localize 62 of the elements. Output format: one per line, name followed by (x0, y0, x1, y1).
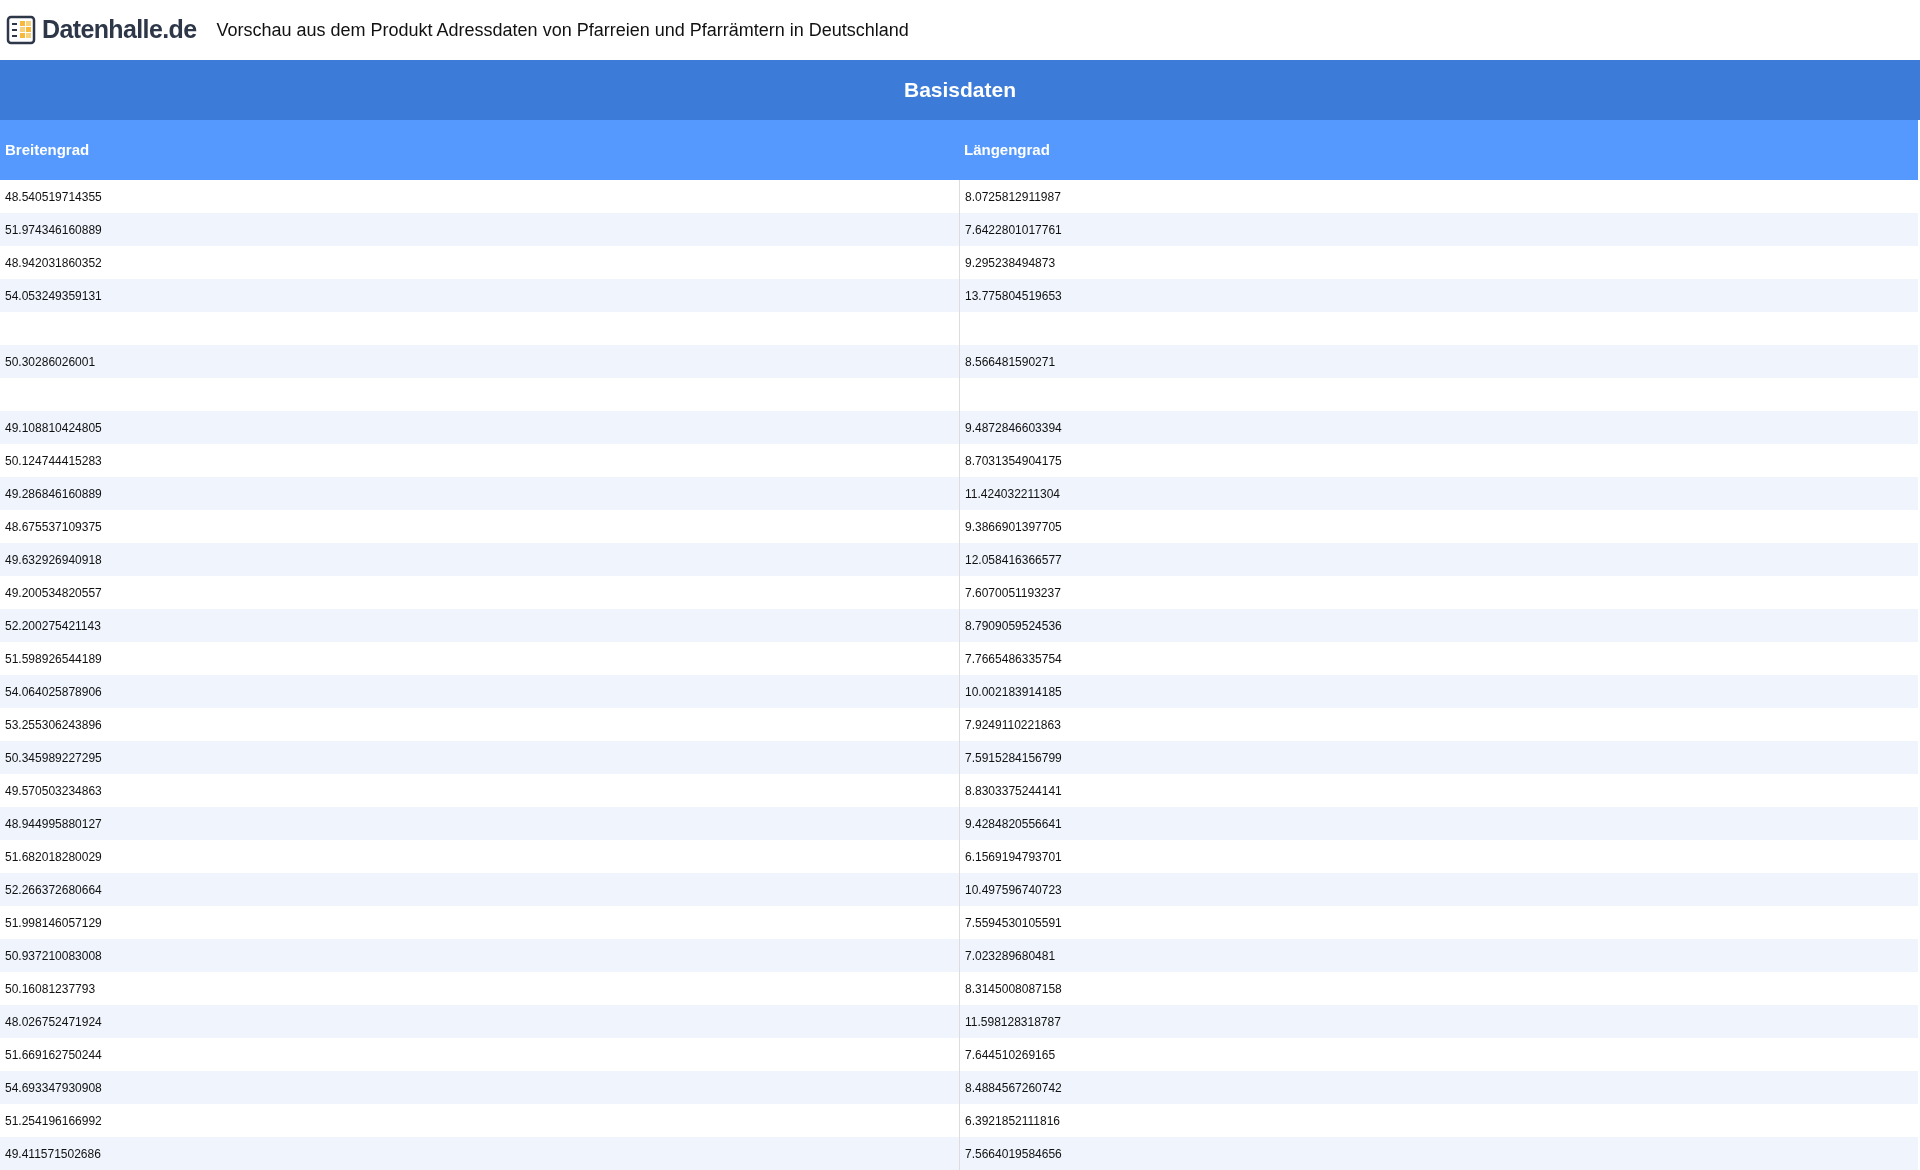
table-cell-text: 48.675537109375 (5, 518, 102, 536)
table-cell-text: 8.566481590271 (965, 353, 1056, 371)
table-cell-text: 52.200275421143 (5, 617, 101, 635)
table-cell-text: 50.30286026001 (5, 353, 96, 371)
table-cell-text: 50.124744415283 (5, 452, 102, 470)
table-cell-text: 8.0725812911987 (965, 188, 1061, 206)
table-cell-text: 9.295238494873 (965, 254, 1056, 272)
table-cell-text: 7.6422801017761 (965, 221, 1062, 239)
table-cell-text: 50.345989227295 (5, 749, 102, 767)
table-cell-text: 48.944995880127 (5, 815, 102, 833)
table-cell-text: 6.1569194793701 (965, 848, 1062, 866)
table-cell-text: 12.058416366577 (965, 551, 1062, 569)
table-cell-text: 9.4284820556641 (965, 815, 1062, 833)
column-header: Breitengrad (5, 139, 90, 160)
table-cell-text: 54.064025878906 (5, 683, 102, 701)
table-cell-text: 51.974346160889 (5, 221, 102, 239)
table-cell-text: 48.942031860352 (5, 254, 102, 272)
table-cell-text: 7.644510269165 (965, 1046, 1056, 1064)
table-cell-text: 49.632926940918 (5, 551, 102, 569)
table-cell-text: 52.266372680664 (5, 881, 102, 899)
table-cell-text: 50.16081237793 (5, 980, 96, 998)
table-cell-text: 10.002183914185 (965, 683, 1062, 701)
logo-text[interactable]: Datenhalle.de (42, 11, 197, 49)
table-cell-text: 49.286846160889 (5, 485, 102, 503)
table-cell-text: 49.200534820557 (5, 584, 102, 602)
table-cell-text: 50.937210083008 (5, 947, 102, 965)
table-cell-text: 49.570503234863 (5, 782, 102, 800)
table-cell-text: 54.693347930908 (5, 1079, 102, 1097)
table-cell-text: 51.669162750244 (5, 1046, 102, 1064)
table-cell-text: 11.424032211304 (965, 485, 1060, 503)
table-cell-text: 10.497596740723 (965, 881, 1062, 899)
page-title: Vorschau aus dem Produkt Adressdaten von Pfarreien und Pfarrämtern in Deutschland (216, 18, 909, 42)
table-cell-text: 49.108810424805 (5, 419, 102, 437)
table-cell-text: 51.998146057129 (5, 914, 102, 932)
table-cell-text: 8.8303375244141 (965, 782, 1062, 800)
table-cell-text: 51.254196166992 (5, 1112, 102, 1130)
table-caption: Basisdaten (0, 60, 1920, 120)
logo-icon (6, 14, 38, 46)
table-cell-text: 48.540519714355 (5, 188, 102, 206)
column-header: Längengrad (964, 139, 1050, 160)
table-cell-text: 6.3921852111816 (965, 1112, 1060, 1130)
table-cell-text: 11.598128318787 (965, 1013, 1061, 1031)
table-cell-text: 49.411571502686 (5, 1145, 101, 1163)
table-cell-text: 7.5664019584656 (965, 1145, 1062, 1163)
table-cell-text: 8.7031354904175 (965, 452, 1062, 470)
table-cell-text: 7.023289680481 (965, 947, 1056, 965)
table-cell-text: 7.5915284156799 (965, 749, 1062, 767)
table-cell-text: 53.255306243896 (5, 716, 102, 734)
table-cell-text: 8.3145008087158 (965, 980, 1062, 998)
table-cell-text: 8.4884567260742 (965, 1079, 1062, 1097)
table-cell-text: 51.598926544189 (5, 650, 102, 668)
table-cell-text: 54.053249359131 (5, 287, 102, 305)
table-cell-text: 9.4872846603394 (965, 419, 1062, 437)
table-cell-text: 48.026752471924 (5, 1013, 102, 1031)
table-cell-text: 7.6070051193237 (965, 584, 1061, 602)
table-cell-text: 7.9249110221863 (965, 716, 1061, 734)
table-cell-text: 13.775804519653 (965, 287, 1062, 305)
table-cell-text: 51.682018280029 (5, 848, 102, 866)
table-cell-text: 8.7909059524536 (965, 617, 1062, 635)
table-cell-text: 9.3866901397705 (965, 518, 1062, 536)
table-cell-text: 7.7665486335754 (965, 650, 1062, 668)
table-cell-text: 7.5594530105591 (965, 914, 1062, 932)
